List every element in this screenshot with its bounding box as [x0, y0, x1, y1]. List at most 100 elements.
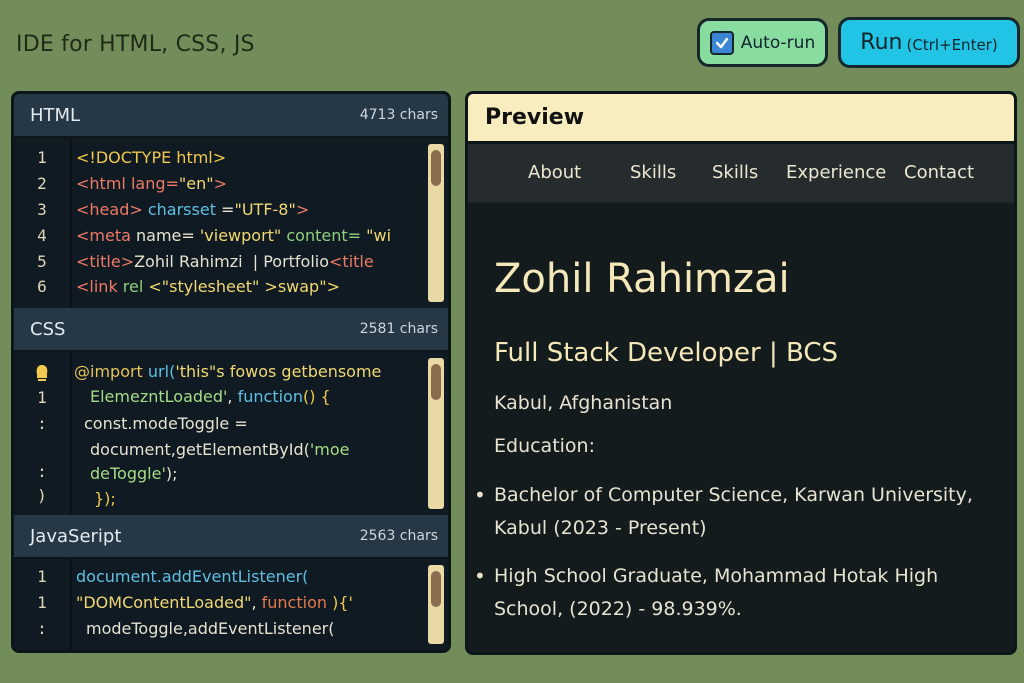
line-number: 6 — [37, 277, 47, 296]
line-number: 1 — [37, 567, 47, 586]
code-token: > — [213, 174, 227, 193]
css-section-header: CSS 2581 chars — [14, 308, 448, 352]
css-char-count: 2581 chars — [359, 321, 438, 337]
code-line: ElemezntLoaded', function() { — [90, 387, 331, 406]
code-token: }); — [94, 489, 116, 508]
code-token: <title> — [76, 252, 135, 271]
autorun-label: Auto-run — [740, 32, 816, 53]
line-number: : — [37, 619, 47, 638]
code-line: document,getElementById('moe — [90, 440, 350, 459]
code-token: function — [256, 593, 327, 612]
js-line-gutter: 1 1 : — [14, 559, 72, 650]
js-scrollbar[interactable] — [428, 565, 444, 644]
code-line: deToggle'); — [90, 464, 177, 483]
run-button[interactable]: Run (Ctrl+Enter) — [838, 17, 1020, 68]
line-number: 4 — [37, 226, 47, 245]
code-token: ); — [165, 464, 178, 483]
bullet-icon: • — [474, 483, 486, 507]
css-editor[interactable]: 1 : : ) @import url('this"s fowos getben… — [14, 352, 448, 515]
code-token: Zohil Rahimzi | Portfolio — [134, 252, 330, 271]
code-token: <html lang= — [76, 174, 179, 193]
code-line: const.modeToggle = — [84, 414, 248, 433]
html-line-gutter: 1 2 3 4 5 6 — [14, 138, 72, 308]
line-number: 3 — [37, 200, 47, 219]
preview-nav: About Skills Skills Experience Contact — [468, 144, 1014, 204]
preview-panel: Preview About Skills Skills Experience C… — [465, 91, 1017, 655]
line-number: 2 — [37, 174, 47, 193]
bullet-icon: • — [474, 564, 486, 588]
code-token: content= — [281, 226, 362, 245]
warning-bulb-icon — [34, 364, 50, 386]
js-char-count: 2563 chars — [359, 528, 438, 544]
nav-link-experience[interactable]: Experience — [786, 162, 886, 183]
education-item-line: High School Graduate, Mohammad Hotak Hig… — [494, 565, 939, 587]
code-token: ){' — [327, 593, 353, 612]
code-token: = — [215, 200, 235, 219]
scroll-thumb[interactable] — [431, 364, 441, 400]
html-section-title: HTML — [30, 104, 81, 126]
code-token: <title — [329, 252, 374, 271]
code-token: 'viewport" — [194, 226, 282, 245]
code-line: <title>Zohil Rahimzi | Portfolio<title — [76, 252, 374, 271]
nav-link-contact[interactable]: Contact — [904, 162, 974, 183]
code-token: ElemezntLoaded' — [90, 387, 228, 406]
nav-link-about[interactable]: About — [528, 162, 581, 183]
education-item-line: School, (2022) - 98.939%. — [494, 598, 742, 620]
scroll-thumb[interactable] — [431, 571, 441, 607]
js-section-header: JavaSeript 2563 chars — [14, 515, 448, 559]
code-token: charsset — [142, 200, 216, 219]
line-number: ) — [37, 486, 47, 505]
code-token: document,getElementById( — [90, 440, 310, 459]
code-line: <meta name= 'viewport" content= "wi — [76, 226, 391, 245]
checkbox-checked-icon[interactable] — [709, 30, 734, 55]
code-token: <!DOCTYPE html> — [76, 148, 227, 167]
line-number: 1 — [37, 388, 47, 407]
code-token: const.modeToggle = — [84, 414, 248, 433]
code-token: 'this"s fowos getbensome — [175, 362, 382, 381]
code-line: <html lang="en"> — [76, 174, 227, 193]
run-label: Run — [860, 30, 903, 55]
line-number: : — [37, 462, 47, 481]
code-token: "UTF-8" — [234, 200, 296, 219]
line-number: 1 — [37, 593, 47, 612]
editor-panel: HTML 4713 chars 1 2 3 4 5 6 <!DOCTYPE ht… — [11, 91, 451, 653]
code-token: function — [232, 387, 303, 406]
education-heading: Education: — [494, 435, 595, 457]
autorun-toggle[interactable]: Auto-run — [697, 18, 828, 67]
education-item-line: Bachelor of Computer Science, Karwan Uni… — [494, 484, 973, 506]
nav-link-skills[interactable]: Skills — [630, 162, 676, 183]
preview-title: Preview — [468, 94, 1014, 144]
education-item: High School Graduate, Mohammad Hotak Hig… — [494, 560, 994, 626]
run-shortcut: (Ctrl+Enter) — [906, 35, 998, 54]
html-scrollbar[interactable] — [428, 144, 444, 302]
line-number: 5 — [37, 252, 47, 271]
code-token: rel — [117, 277, 144, 296]
code-line: }); — [94, 489, 116, 508]
code-token: <link — [76, 277, 118, 296]
css-scrollbar[interactable] — [428, 358, 444, 509]
html-char-count: 4713 chars — [359, 107, 438, 123]
code-token: "en" — [178, 174, 214, 193]
code-token: "DOMContentLoaded" — [76, 593, 252, 612]
code-token: 'moe — [309, 440, 350, 459]
css-line-gutter: 1 : : ) — [14, 352, 72, 515]
profile-name: Zohil Rahimzai — [494, 256, 790, 302]
education-item-line: Kabul (2023 - Present) — [494, 517, 707, 539]
js-section-title: JavaSeript — [30, 525, 122, 547]
code-line: document.addEventListener( — [76, 567, 308, 586]
profile-location: Kabul, Afghanistan — [494, 392, 673, 414]
code-token: url( — [142, 362, 176, 381]
code-line: @import url('this"s fowos getbensome — [74, 362, 381, 381]
code-token: () { — [302, 387, 331, 406]
profile-role: Full Stack Developer | BCS — [494, 338, 839, 368]
code-token: "wi — [361, 226, 392, 245]
code-token: @import — [74, 362, 143, 381]
js-editor[interactable]: 1 1 : document.addEventListener( "DOMCon… — [14, 559, 448, 650]
html-editor[interactable]: 1 2 3 4 5 6 <!DOCTYPE html> <html lang="… — [14, 138, 448, 308]
code-line: <head> charsset ="UTF-8"> — [76, 200, 309, 219]
nav-link-skills-2[interactable]: Skills — [712, 162, 758, 183]
app-title: IDE for HTML, CSS, JS — [16, 32, 255, 57]
code-line: <!DOCTYPE html> — [76, 148, 226, 167]
code-token: <"stylesheet" — [143, 277, 260, 296]
scroll-thumb[interactable] — [431, 150, 441, 186]
